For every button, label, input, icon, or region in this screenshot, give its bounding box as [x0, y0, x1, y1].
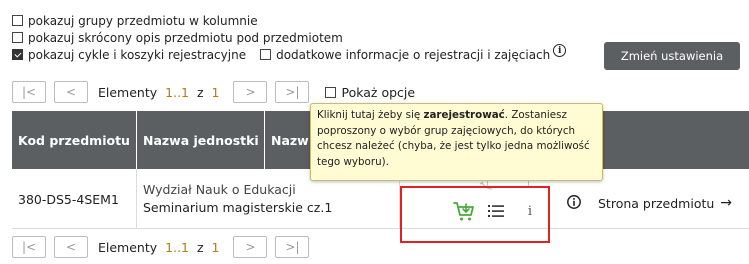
elements-of: z — [196, 84, 204, 100]
show-groups-label[interactable]: pokazuj grupy przedmiotu w kolumnie — [28, 14, 258, 28]
elements-range: 1..1 — [165, 239, 189, 255]
option-show-short-description[interactable]: pokazuj skrócony opis przedmiotu pod prz… — [12, 29, 566, 46]
elements-total: 1 — [211, 84, 220, 100]
next-page-button[interactable]: > — [233, 236, 268, 258]
elements-count: Elementy 1..1 z 1 — [98, 240, 219, 255]
prev-page-button[interactable]: < — [54, 81, 88, 103]
first-page-button[interactable]: |< — [12, 236, 46, 258]
course-page-link[interactable]: Strona przedmiotu → — [598, 195, 732, 211]
elements-count: Elementy 1..1 z 1 — [98, 85, 219, 100]
tooltip-text-part1: Kliknij tutaj żeby się — [317, 109, 424, 121]
show-groups-checkbox[interactable] — [12, 15, 23, 26]
last-page-button[interactable]: >| — [275, 236, 310, 258]
register-tooltip: Kliknij tutaj żeby się zarejestrować. Zo… — [310, 103, 603, 181]
option-show-groups[interactable]: pokazuj grupy przedmiotu w kolumnie — [12, 12, 566, 29]
show-short-description-checkbox[interactable] — [12, 32, 23, 43]
show-options-checkbox[interactable] — [325, 86, 337, 98]
info-circle-icon[interactable] — [566, 194, 582, 210]
course-page-link-label[interactable]: Strona przedmiotu — [598, 196, 714, 211]
col-header-unit[interactable]: Nazwa jednostki — [137, 111, 265, 169]
tooltip-text-bold: zarejestrować — [423, 109, 505, 121]
cell-course-code: 380-DS5-4SEM1 — [12, 169, 137, 229]
additional-info-label[interactable]: dodatkowe informacje o rejestracji i zaj… — [276, 48, 550, 62]
subject-name[interactable]: Seminarium magisterskie cz.1 — [143, 199, 332, 217]
elements-label: Elementy — [98, 84, 158, 100]
elements-range: 1..1 — [165, 84, 189, 100]
pager-top: |< < Elementy 1..1 z 1 > >| Pokaż opcje — [12, 81, 415, 103]
highlight-frame — [400, 186, 550, 243]
col-header-code[interactable]: Kod przedmiotu — [12, 111, 137, 169]
change-settings-button[interactable]: Zmień ustawienia — [604, 42, 740, 70]
show-cycles-label[interactable]: pokazuj cykle i koszyki rejestracyjne — [28, 48, 246, 62]
next-page-button[interactable]: > — [233, 81, 268, 103]
last-page-button[interactable]: >| — [275, 81, 310, 103]
additional-info-checkbox[interactable] — [260, 49, 272, 60]
display-options: pokazuj grupy przedmiotu w kolumnie poka… — [12, 12, 567, 63]
elements-label: Elementy — [98, 239, 158, 255]
option-row-3: pokazuj cykle i koszyki rejestracyjne do… — [12, 44, 567, 63]
prev-page-button[interactable]: < — [54, 236, 88, 258]
show-short-description-label[interactable]: pokazuj skrócony opis przedmiotu pod prz… — [28, 31, 343, 45]
first-page-button[interactable]: |< — [12, 81, 46, 103]
show-options-label[interactable]: Pokaż opcje — [341, 85, 415, 100]
arrow-right-icon: → — [720, 195, 733, 211]
pager-bottom: |< < Elementy 1..1 z 1 > >| — [12, 236, 317, 258]
info-circle-icon[interactable]: i — [553, 44, 567, 57]
show-cycles-checkbox[interactable] — [12, 49, 23, 60]
elements-total: 1 — [211, 239, 220, 255]
unit-name: Wydział Nauk o Edukacji — [143, 182, 296, 197]
elements-of: z — [196, 239, 204, 255]
show-options-toggle[interactable]: Pokaż opcje — [325, 85, 415, 100]
